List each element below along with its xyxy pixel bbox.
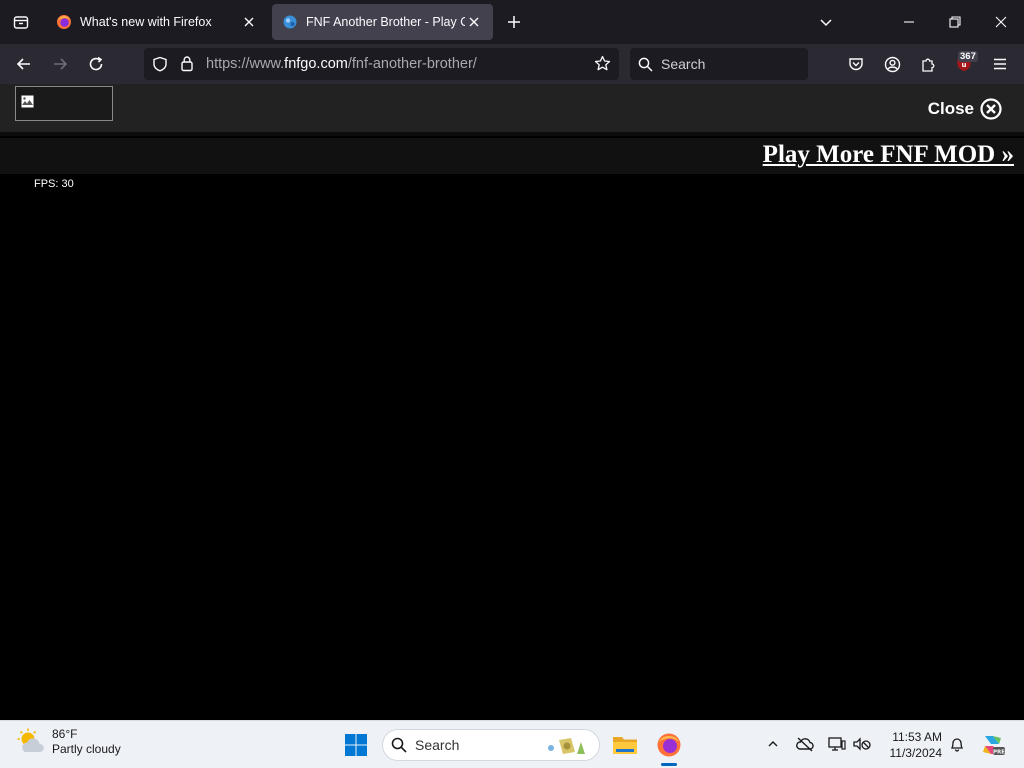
back-button[interactable]: [10, 50, 38, 78]
restore-icon: [949, 16, 961, 28]
onedrive-button[interactable]: [794, 733, 816, 755]
window-close-button[interactable]: [978, 0, 1024, 44]
display-icon: [828, 737, 846, 751]
search-highlight-icon: [548, 738, 585, 754]
tab-fnf-another-brother[interactable]: FNF Another Brother - Play Onl: [272, 4, 493, 40]
reload-button[interactable]: [82, 50, 110, 78]
hamburger-menu-icon: [994, 58, 1006, 70]
taskbar-search[interactable]: Search: [382, 729, 600, 761]
file-explorer-icon: [613, 737, 637, 754]
tabs-overflow-button[interactable]: [815, 11, 837, 33]
lock-icon[interactable]: [180, 55, 194, 77]
browser-tabstrip: What's new with Firefox FNF Another Brot…: [0, 0, 1024, 44]
page-content: Close Play More FNF MOD » FPS: 30: [0, 84, 1024, 720]
notifications-button[interactable]: [946, 733, 968, 755]
extension-badge-count: 367: [958, 51, 978, 62]
close-label: Close: [927, 99, 974, 118]
start-button[interactable]: [340, 729, 372, 761]
extensions-button[interactable]: [914, 50, 942, 78]
tab-title: What's new with Firefox: [80, 15, 212, 29]
arrow-right-icon: [54, 58, 68, 70]
svg-text:u: u: [962, 61, 967, 69]
reload-icon: [89, 56, 103, 71]
active-app-indicator: [661, 763, 677, 766]
minimize-icon: [904, 21, 914, 23]
bell-icon: [950, 738, 964, 752]
cloud-offline-icon: [796, 737, 814, 752]
close-circle-icon: [980, 98, 1002, 120]
close-tab-button[interactable]: [465, 13, 483, 31]
arrow-left-icon: [16, 58, 30, 70]
plus-icon: [508, 16, 520, 28]
search-icon: [391, 737, 407, 753]
weather-condition: Partly cloudy: [52, 742, 121, 756]
more-mods-bar: Play More FNF MOD »: [0, 138, 1024, 174]
game-canvas[interactable]: [0, 174, 1024, 720]
tab-list-icon: [13, 16, 29, 29]
divider: [0, 132, 1024, 136]
app-menu-button[interactable]: [986, 50, 1014, 78]
url-text[interactable]: https://www.fnfgo.com/fnf-another-brothe…: [206, 56, 477, 72]
restore-button[interactable]: [932, 0, 978, 44]
search-icon: [638, 57, 653, 72]
file-explorer-button[interactable]: [609, 729, 641, 761]
show-hidden-icons-button[interactable]: [762, 733, 784, 755]
search-placeholder: Search: [661, 56, 706, 72]
clock[interactable]: 11:53 AM 11/3/2024: [880, 729, 943, 761]
game-topbar: Close: [0, 84, 1024, 132]
star-icon: [594, 55, 611, 71]
close-icon: [244, 17, 254, 27]
site-info-shield-icon[interactable]: [152, 56, 168, 77]
firefox-taskbar-button[interactable]: [653, 729, 685, 761]
weather-temperature: 86°F: [52, 727, 78, 741]
site-logo[interactable]: [15, 86, 113, 121]
new-tab-button[interactable]: [503, 11, 525, 33]
pocket-button[interactable]: [842, 50, 870, 78]
copilot-button[interactable]: PRE: [976, 729, 1008, 761]
clock-time: 11:53 AM: [892, 730, 942, 744]
chevron-up-icon: [768, 741, 778, 747]
search-bar[interactable]: Search: [630, 48, 808, 80]
close-tab-button[interactable]: [240, 13, 258, 31]
close-icon: [469, 17, 479, 27]
chevron-down-icon: [820, 19, 832, 27]
firefox-icon: [657, 733, 681, 757]
pocket-icon: [849, 58, 863, 71]
broken-image-icon: [21, 95, 34, 108]
puzzle-icon: [921, 58, 934, 72]
taskbar-search-placeholder: Search: [415, 737, 460, 753]
firefox-icon: [57, 15, 71, 29]
account-icon: [884, 56, 900, 72]
url-path: /fnf-another-brother/: [347, 56, 477, 72]
network-volume-icon: [853, 737, 871, 751]
network-volume-button[interactable]: [851, 733, 873, 755]
forward-button[interactable]: [46, 50, 74, 78]
copilot-icon: PRE: [983, 736, 1005, 756]
weather-icon: [17, 728, 44, 752]
site-favicon-icon: [283, 15, 297, 29]
weather-widget[interactable]: 86°F Partly cloudy: [16, 727, 121, 757]
display-button[interactable]: [826, 733, 848, 755]
address-bar[interactable]: https://www.fnfgo.com/fnf-another-brothe…: [144, 48, 619, 80]
minimize-button[interactable]: [886, 0, 932, 44]
play-more-fnf-mod-link[interactable]: Play More FNF MOD »: [763, 141, 1014, 169]
browser-navbar: https://www.fnfgo.com/fnf-another-brothe…: [0, 44, 1024, 84]
account-button[interactable]: [878, 50, 906, 78]
tab-title: FNF Another Brother - Play Onl: [306, 15, 465, 29]
list-all-tabs-button[interactable]: [0, 0, 42, 44]
start-icon: [345, 734, 367, 756]
svg-text:PRE: PRE: [993, 750, 1005, 756]
url-host: fnfgo.com: [284, 56, 348, 72]
close-icon: [995, 16, 1007, 28]
clock-date: 11/3/2024: [889, 746, 943, 760]
url-prefix: https://www.: [206, 56, 285, 72]
bookmark-star-button[interactable]: [594, 55, 611, 77]
taskbar: 86°F Partly cloudy Search 11:53 AM 11/3/…: [0, 720, 1024, 768]
tab-whats-new[interactable]: What's new with Firefox: [46, 4, 268, 40]
close-game-button[interactable]: Close: [928, 98, 1002, 120]
